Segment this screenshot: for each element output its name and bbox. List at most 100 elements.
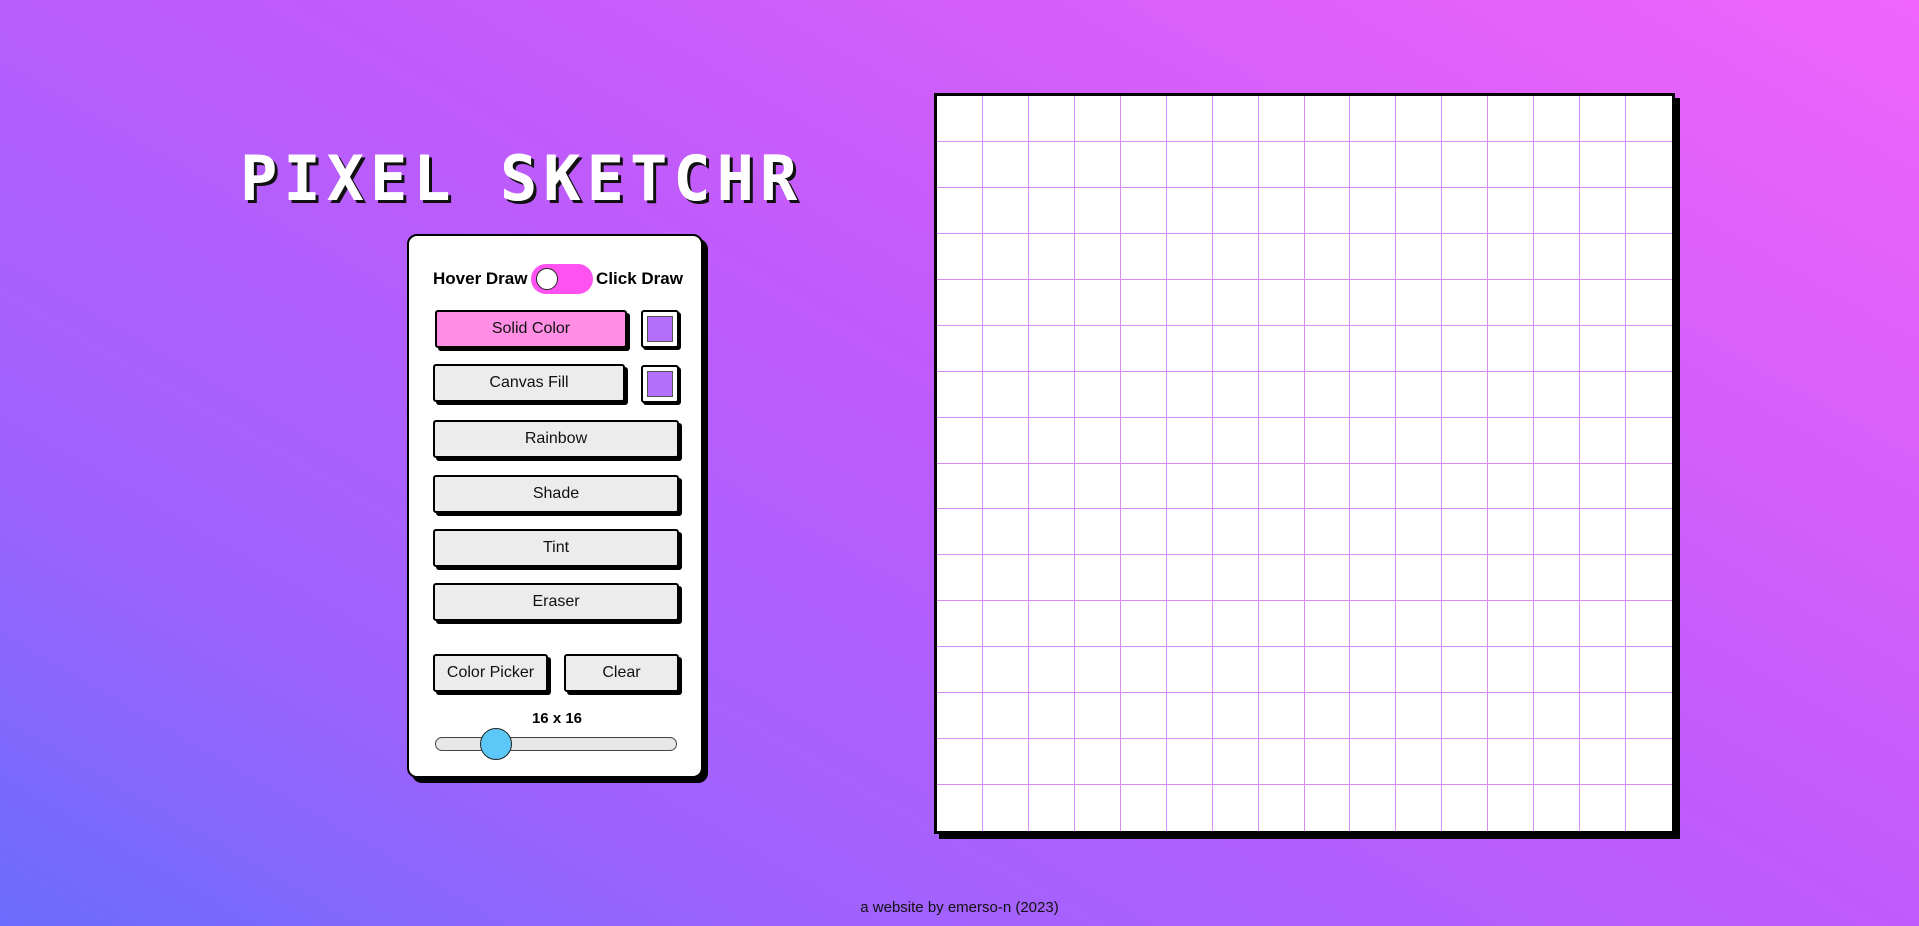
grid-cell[interactable] [1074, 187, 1121, 234]
grid-cell[interactable] [1580, 601, 1627, 648]
grid-cell[interactable] [1074, 601, 1121, 648]
shade-button[interactable]: Shade [433, 475, 679, 513]
fill-color-swatch[interactable] [641, 365, 679, 403]
grid-cell[interactable] [1212, 647, 1259, 694]
grid-cell[interactable] [1258, 509, 1305, 556]
grid-cell[interactable] [1350, 463, 1397, 510]
grid-cell[interactable] [1028, 279, 1075, 326]
grid-cell[interactable] [1396, 187, 1443, 234]
grid-cell[interactable] [1442, 555, 1489, 602]
grid-cell[interactable] [1166, 509, 1213, 556]
grid-cell[interactable] [1534, 417, 1581, 464]
grid-cell[interactable] [1488, 233, 1535, 280]
grid-cell[interactable] [1212, 187, 1259, 234]
grid-cell[interactable] [1534, 785, 1581, 831]
grid-cell[interactable] [937, 141, 983, 188]
grid-cell[interactable] [1074, 693, 1121, 740]
grid-cell[interactable] [1028, 417, 1075, 464]
rainbow-button[interactable]: Rainbow [433, 420, 679, 458]
grid-cell[interactable] [1442, 463, 1489, 510]
grid-cell[interactable] [1028, 647, 1075, 694]
grid-cell[interactable] [1442, 279, 1489, 326]
grid-cell[interactable] [937, 693, 983, 740]
grid-cell[interactable] [1580, 371, 1627, 418]
grid-cell[interactable] [1212, 96, 1259, 142]
grid-cell[interactable] [1350, 96, 1397, 142]
grid-cell[interactable] [937, 96, 983, 142]
grid-cell[interactable] [982, 141, 1029, 188]
grid-cell[interactable] [1350, 555, 1397, 602]
grid-cell[interactable] [1166, 555, 1213, 602]
grid-cell[interactable] [1258, 371, 1305, 418]
grid-cell[interactable] [1028, 739, 1075, 786]
grid-cell[interactable] [1120, 371, 1167, 418]
grid-cell[interactable] [1580, 141, 1627, 188]
grid-cell[interactable] [1213, 785, 1259, 831]
grid-cell[interactable] [1166, 141, 1213, 188]
grid-cell[interactable] [1074, 739, 1121, 786]
grid-cell[interactable] [1120, 417, 1167, 464]
solid-color-button[interactable]: Solid Color [435, 310, 627, 348]
grid-cell[interactable] [1488, 555, 1535, 602]
grid-cell[interactable] [1396, 647, 1443, 694]
grid-cell[interactable] [937, 233, 983, 280]
pen-color-swatch[interactable] [641, 310, 679, 348]
grid-cell[interactable] [1350, 739, 1397, 786]
grid-cell[interactable] [1258, 187, 1305, 234]
grid-cell[interactable] [1120, 233, 1167, 280]
grid-cell[interactable] [1626, 509, 1672, 556]
grid-cell[interactable] [1580, 233, 1627, 280]
grid-cell[interactable] [1074, 279, 1121, 326]
grid-cell[interactable] [1488, 739, 1535, 786]
grid-cell[interactable] [1626, 142, 1672, 188]
grid-cell[interactable] [1212, 279, 1259, 326]
grid-cell[interactable] [937, 555, 983, 602]
grid-cell[interactable] [1028, 371, 1075, 418]
grid-cell[interactable] [1442, 693, 1489, 740]
grid-cell[interactable] [1212, 141, 1259, 188]
grid-cell[interactable] [1074, 647, 1121, 694]
grid-cell[interactable] [937, 463, 983, 510]
grid-cell[interactable] [1580, 325, 1627, 372]
grid-cell[interactable] [1350, 279, 1397, 326]
grid-cell[interactable] [1534, 233, 1581, 280]
grid-cell[interactable] [1304, 601, 1351, 648]
grid-cell[interactable] [1074, 509, 1121, 556]
grid-cell[interactable] [1120, 141, 1167, 188]
grid-cell[interactable] [1626, 418, 1672, 464]
grid-cell[interactable] [1396, 417, 1443, 464]
grid-cell[interactable] [1534, 141, 1581, 188]
grid-cell[interactable] [1074, 371, 1121, 418]
grid-cell[interactable] [1350, 509, 1397, 556]
grid-cell[interactable] [1258, 647, 1305, 694]
grid-cell[interactable] [1442, 601, 1489, 648]
grid-cell[interactable] [1258, 463, 1305, 510]
grid-cell[interactable] [1350, 647, 1397, 694]
grid-cell[interactable] [1029, 785, 1075, 831]
grid-cell[interactable] [1028, 463, 1075, 510]
grid-cell[interactable] [1580, 647, 1627, 694]
grid-cell[interactable] [1304, 555, 1351, 602]
grid-cell[interactable] [982, 601, 1029, 648]
grid-cell[interactable] [1580, 555, 1627, 602]
grid-cell[interactable] [1074, 141, 1121, 188]
grid-cell[interactable] [1166, 417, 1213, 464]
grid-cell[interactable] [1626, 188, 1672, 234]
grid-cell[interactable] [1350, 233, 1397, 280]
grid-cell[interactable] [1074, 417, 1121, 464]
grid-cell[interactable] [1304, 739, 1351, 786]
grid-cell[interactable] [1304, 509, 1351, 556]
grid-cell[interactable] [1166, 279, 1213, 326]
grid-cell[interactable] [1212, 463, 1259, 510]
grid-cell[interactable] [1442, 417, 1489, 464]
grid-cell[interactable] [1350, 693, 1397, 740]
grid-cell[interactable] [1534, 187, 1581, 234]
grid-cell[interactable] [1488, 693, 1535, 740]
grid-cell[interactable] [1396, 509, 1443, 556]
grid-cell[interactable] [1396, 739, 1443, 786]
grid-size-slider[interactable] [435, 737, 677, 751]
grid-cell[interactable] [1258, 555, 1305, 602]
clear-button[interactable]: Clear [564, 654, 679, 692]
grid-cell[interactable] [1028, 187, 1075, 234]
grid-cell[interactable] [982, 325, 1029, 372]
